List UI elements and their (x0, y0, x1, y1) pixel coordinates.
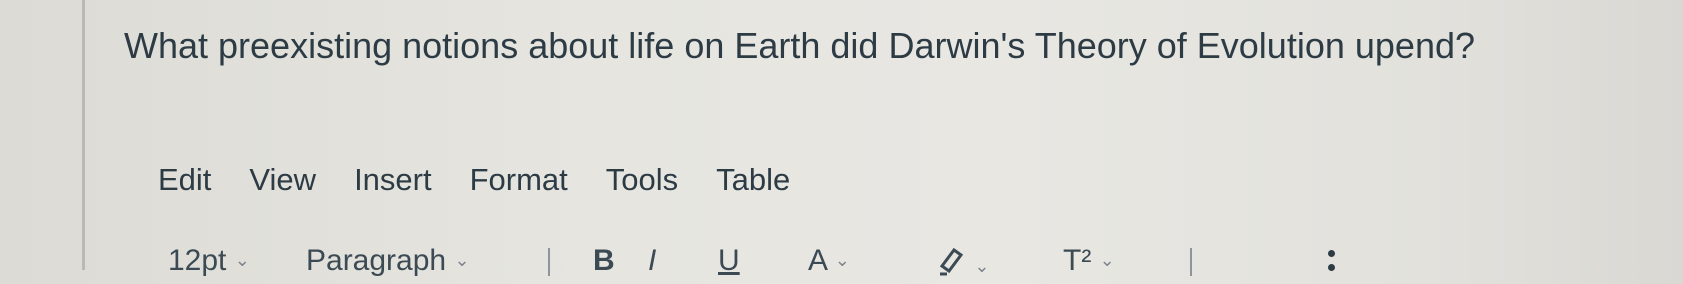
superscript-icon: T² (1063, 244, 1092, 277)
editor-toolbar: 12pt ⌄ Paragraph ⌄ B I U A ⌄ ⌄ T² ⌄ (168, 244, 1358, 284)
chevron-down-icon: ⌄ (834, 250, 850, 270)
chevron-down-icon: ⌄ (234, 250, 250, 270)
content-left-border (82, 0, 85, 270)
underline-button[interactable]: U (718, 244, 740, 278)
menu-insert[interactable]: Insert (354, 160, 432, 200)
bold-button[interactable]: B (593, 244, 615, 278)
text-color-icon: A (808, 244, 827, 277)
more-options-icon[interactable] (1328, 250, 1336, 271)
toolbar-divider (1190, 248, 1192, 276)
chevron-down-icon: ⌄ (974, 256, 990, 276)
menu-tools[interactable]: Tools (606, 160, 678, 200)
menu-format[interactable]: Format (470, 160, 568, 200)
highlight-button[interactable]: ⌄ (936, 244, 989, 284)
text-color-button[interactable]: A ⌄ (808, 244, 850, 278)
toolbar-divider (548, 248, 550, 276)
superscript-button[interactable]: T² ⌄ (1063, 244, 1115, 278)
font-size-value: 12pt (168, 244, 227, 277)
highlighter-icon (939, 247, 964, 276)
chevron-down-icon: ⌄ (1099, 250, 1115, 270)
block-format-select[interactable]: Paragraph ⌄ (306, 244, 470, 278)
question-text: What preexisting notions about life on E… (124, 25, 1476, 66)
editor-menubar: Edit View Insert Format Tools Table (158, 160, 790, 200)
block-format-value: Paragraph (306, 244, 447, 277)
chevron-down-icon: ⌄ (454, 250, 470, 270)
menu-edit[interactable]: Edit (158, 160, 211, 200)
menu-table[interactable]: Table (716, 160, 790, 200)
italic-button[interactable]: I (648, 244, 656, 278)
font-size-select[interactable]: 12pt ⌄ (168, 244, 250, 278)
menu-view[interactable]: View (249, 160, 316, 200)
